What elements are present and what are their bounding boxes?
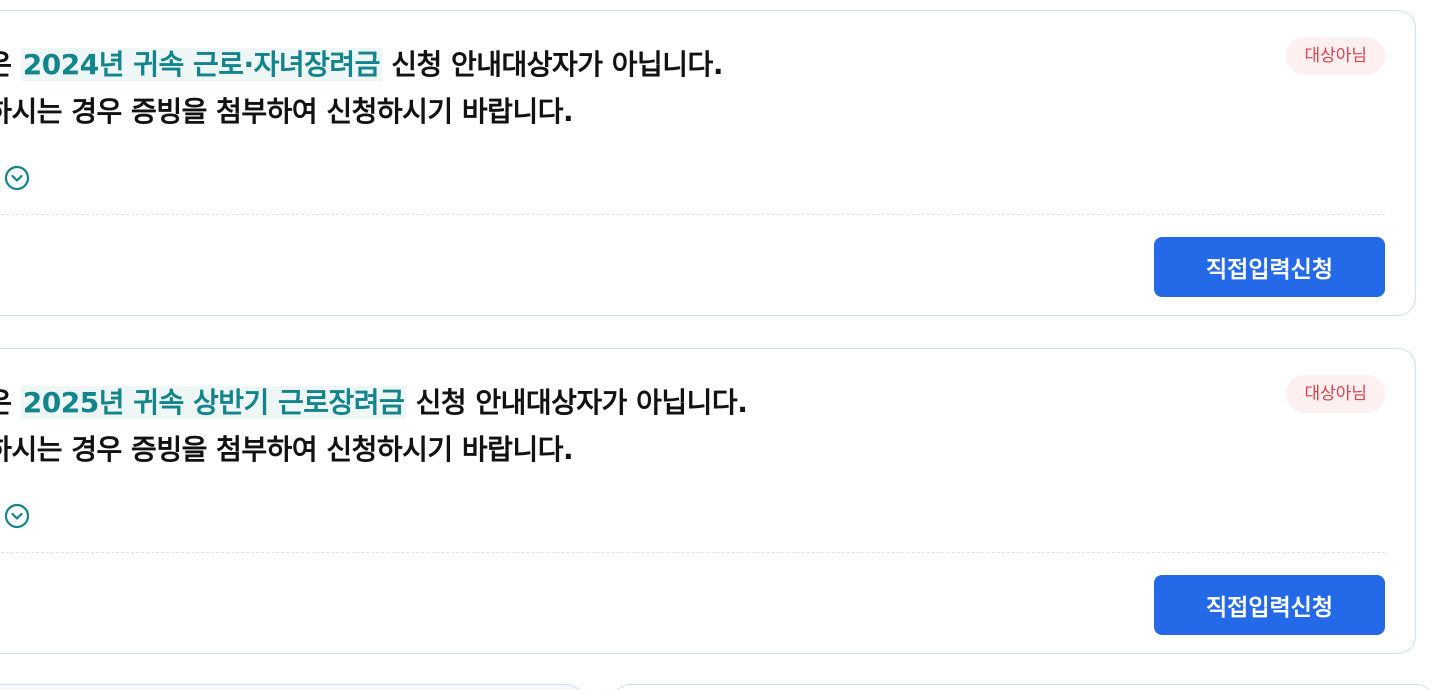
- more-toggle[interactable]: 보기: [0, 501, 30, 530]
- headline-prefix: 님은: [0, 48, 21, 81]
- direct-input-apply-button[interactable]: 직접입력신청: [1154, 575, 1385, 635]
- more-toggle[interactable]: 보기: [0, 163, 30, 192]
- card-subline: 원하시는 경우 증빙을 첨부하여 신청하시기 바랍니다.: [0, 95, 574, 128]
- card-headline: 님은 2024년 귀속 근로·자녀장려금 신청 안내대상자가 아닙니다.: [0, 47, 723, 83]
- status-badge: 대상아님: [1286, 37, 1385, 75]
- eligibility-card-2024: 님은 2024년 귀속 근로·자녀장려금 신청 안내대상자가 아닙니다. 원하시…: [0, 10, 1416, 316]
- status-badge: 대상아님: [1286, 375, 1385, 413]
- benefit-name: 2025년 귀속 상반기 근로장려금: [20, 386, 407, 419]
- headline-suffix: 신청 안내대상자가 아닙니다.: [381, 48, 723, 81]
- viewport: 님은 2024년 귀속 근로·자녀장려금 신청 안내대상자가 아닙니다. 원하시…: [0, 0, 1434, 690]
- next-card-left: [0, 684, 584, 690]
- benefit-name: 2024년 귀속 근로·자녀장려금: [20, 48, 382, 81]
- divider: [0, 214, 1385, 215]
- direct-input-apply-button[interactable]: 직접입력신청: [1154, 237, 1385, 297]
- eligibility-card-2025: 님은 2025년 귀속 상반기 근로장려금 신청 안내대상자가 아닙니다. 원하…: [0, 348, 1416, 654]
- chevron-down-circle-icon: [4, 165, 29, 190]
- card-headline: 님은 2025년 귀속 상반기 근로장려금 신청 안내대상자가 아닙니다.: [0, 385, 748, 421]
- card-subline: 원하시는 경우 증빙을 첨부하여 신청하시기 바랍니다.: [0, 433, 574, 466]
- chevron-down-circle-icon: [4, 503, 29, 528]
- headline-prefix: 님은: [0, 386, 21, 419]
- divider: [0, 552, 1385, 553]
- headline-suffix: 신청 안내대상자가 아닙니다.: [406, 386, 748, 419]
- next-card-right: [612, 684, 1434, 690]
